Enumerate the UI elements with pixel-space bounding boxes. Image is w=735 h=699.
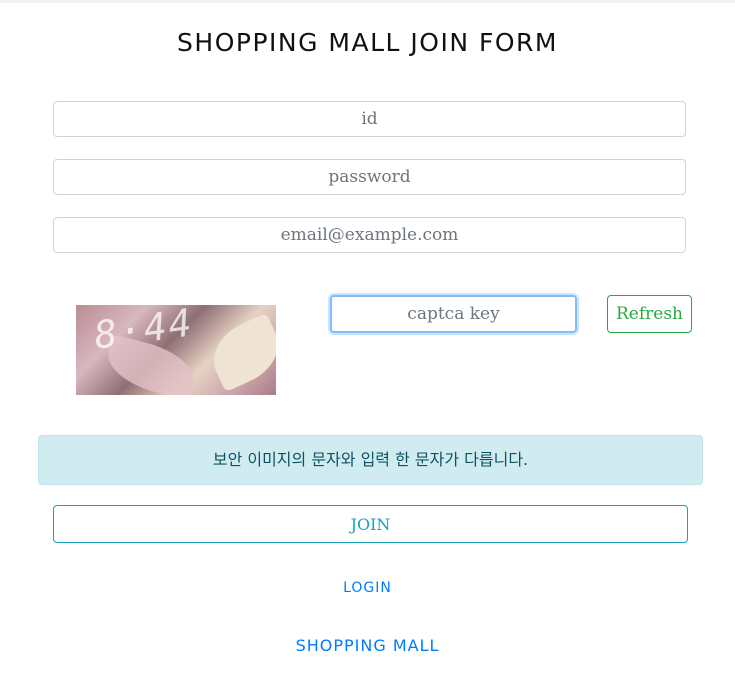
email-input[interactable] xyxy=(53,217,686,253)
password-input[interactable] xyxy=(53,159,686,195)
captcha-key-input[interactable] xyxy=(330,295,577,333)
captcha-leaf-pattern xyxy=(202,312,276,393)
login-link[interactable]: LOGIN xyxy=(0,580,735,596)
captcha-image: 8·44 xyxy=(76,305,276,395)
join-button[interactable]: JOIN xyxy=(53,505,688,543)
page-title: SHOPPING MALL JOIN FORM xyxy=(177,28,558,57)
refresh-button[interactable]: Refresh xyxy=(607,295,692,333)
top-border xyxy=(0,0,735,3)
captcha-image-text: 8·44 xyxy=(91,305,197,358)
id-input[interactable] xyxy=(53,101,686,137)
captcha-error-alert: 보안 이미지의 문자와 입력 한 문자가 다릅니다. xyxy=(38,435,703,485)
shopping-mall-link[interactable]: SHOPPING MALL xyxy=(0,636,735,655)
